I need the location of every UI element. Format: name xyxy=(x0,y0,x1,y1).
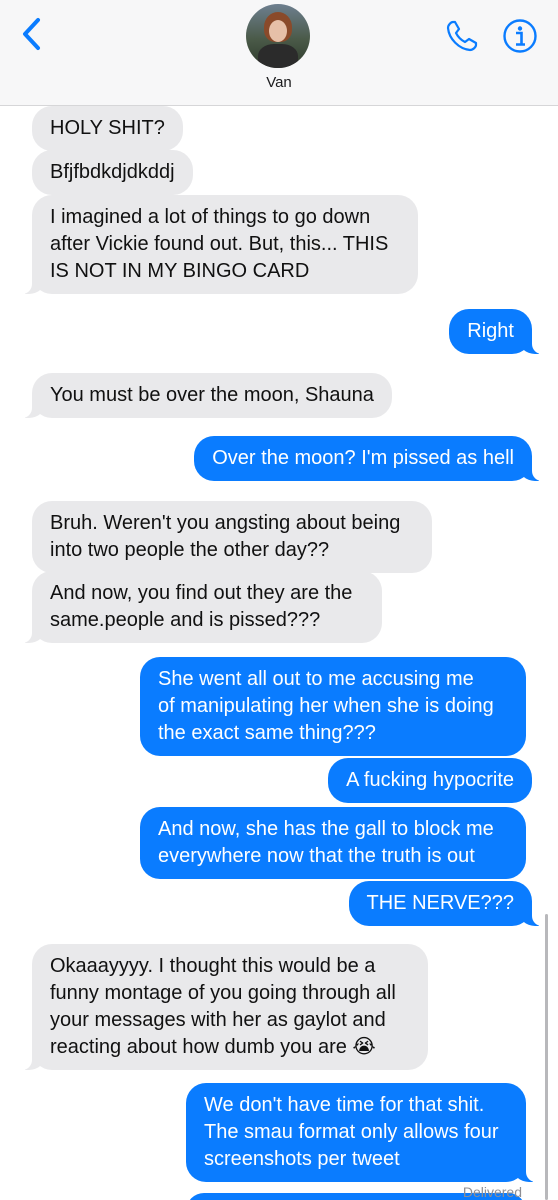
message-outgoing[interactable]: Right xyxy=(449,309,542,354)
contact-name[interactable]: Van xyxy=(0,74,558,91)
message-incoming[interactable]: Okaaayyyy. I thought this would be a fun… xyxy=(22,944,428,1070)
message-outgoing[interactable]: And now, she has the gall to block me ev… xyxy=(140,807,526,879)
info-button[interactable] xyxy=(502,18,538,54)
avatar-face xyxy=(269,20,287,42)
chevron-left-icon xyxy=(23,18,40,50)
avatar[interactable] xyxy=(246,4,310,68)
message-outgoing[interactable]: Over the moon? I'm pissed as hell xyxy=(194,436,542,481)
message-outgoing[interactable]: A fucking hypocrite xyxy=(328,758,532,803)
message-incoming[interactable]: I imagined a lot of things to go down af… xyxy=(22,195,418,294)
message-incoming[interactable]: You must be over the moon, Shauna xyxy=(22,373,392,418)
delivered-status: Delivered xyxy=(462,1184,522,1200)
message-outgoing[interactable]: THE NERVE??? xyxy=(348,881,543,926)
message-incoming[interactable]: HOLY SHIT? xyxy=(32,106,183,151)
message-incoming[interactable]: Bfjfbdkdjdkddj xyxy=(32,150,193,195)
message-outgoing[interactable]: We don't have time for that shit. The sm… xyxy=(186,1083,536,1182)
call-button[interactable] xyxy=(444,18,480,54)
message-incoming[interactable]: Bruh. Weren't you angsting about being i… xyxy=(32,501,432,573)
conversation-header: Van xyxy=(0,0,558,106)
phone-icon xyxy=(446,20,478,52)
info-icon xyxy=(503,19,537,53)
avatar-body xyxy=(258,44,298,68)
scrollbar[interactable] xyxy=(545,914,548,1200)
back-button[interactable] xyxy=(14,14,48,54)
message-incoming[interactable]: And now, you find out they are the same.… xyxy=(22,571,382,643)
message-outgoing[interactable]: She went all out to me accusing me of ma… xyxy=(140,657,526,756)
